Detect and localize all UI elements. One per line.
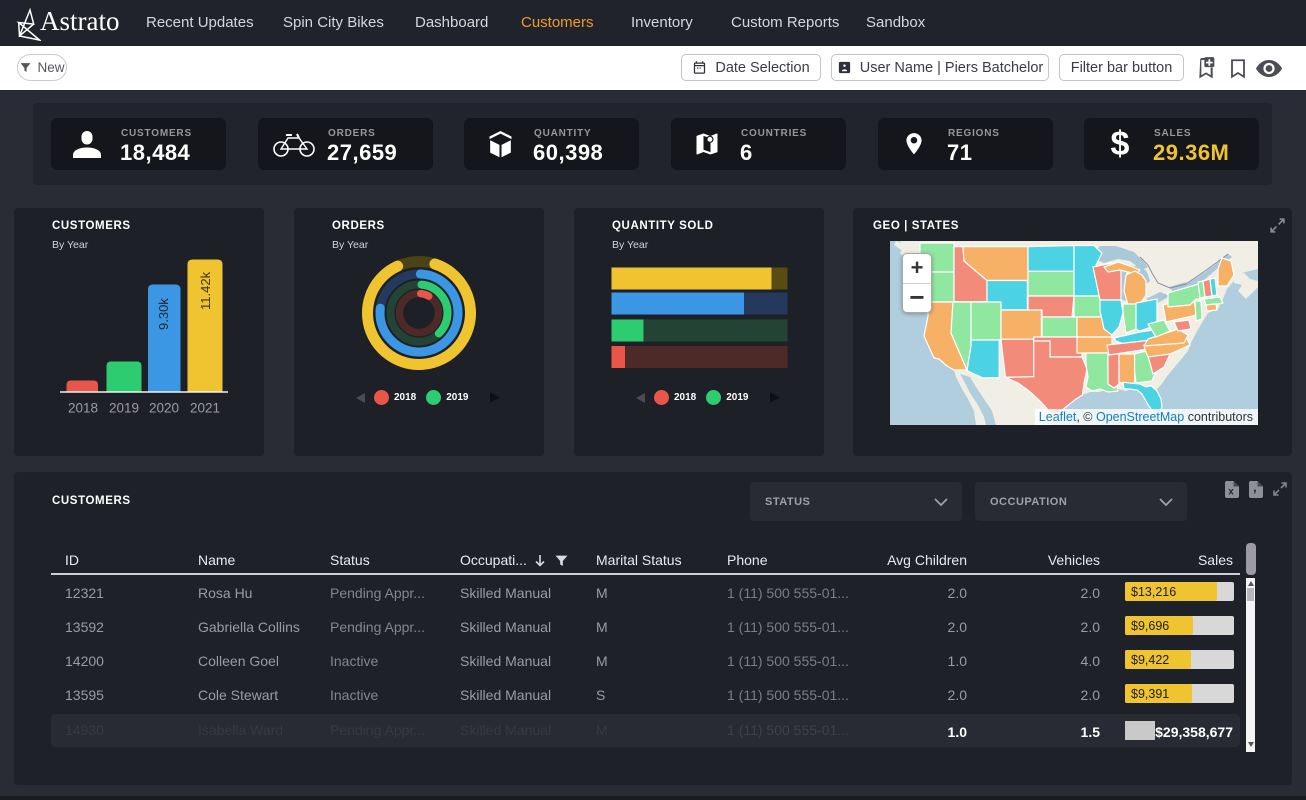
svg-text:,: , [1253, 481, 1257, 495]
svg-text:x: x [1228, 487, 1234, 498]
svg-text:2020: 2020 [149, 401, 179, 416]
svg-text:2018: 2018 [68, 401, 98, 416]
svg-text:11.42k: 11.42k [198, 271, 213, 310]
svg-text:9.30k: 9.30k [156, 298, 171, 330]
svg-text:2019: 2019 [109, 401, 139, 416]
svg-text:2021: 2021 [190, 401, 220, 416]
